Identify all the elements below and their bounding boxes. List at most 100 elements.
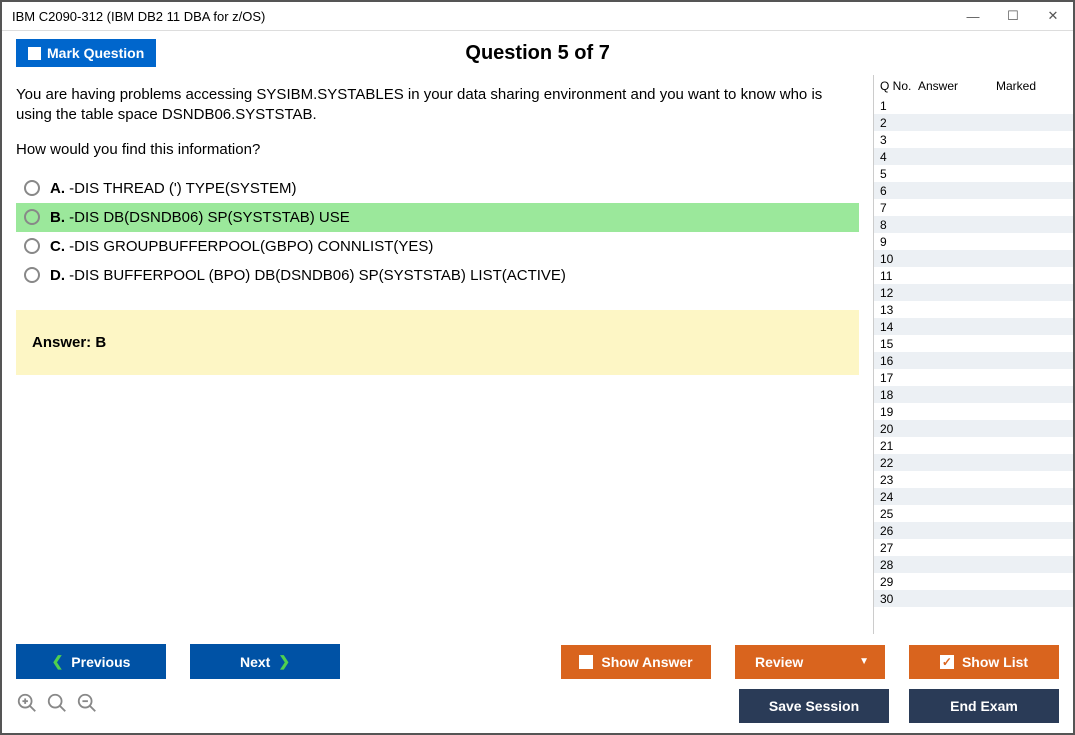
list-item[interactable]: 29 bbox=[874, 573, 1073, 590]
list-item[interactable]: 6 bbox=[874, 182, 1073, 199]
app-window: IBM C2090-312 (IBM DB2 11 DBA for z/OS) … bbox=[0, 0, 1075, 735]
list-item[interactable]: 10 bbox=[874, 250, 1073, 267]
list-item[interactable]: 13 bbox=[874, 301, 1073, 318]
row-qno: 23 bbox=[874, 473, 918, 487]
row-qno: 2 bbox=[874, 116, 918, 130]
show-answer-button[interactable]: Show Answer bbox=[561, 645, 711, 679]
row-qno: 25 bbox=[874, 507, 918, 521]
list-item[interactable]: 2 bbox=[874, 114, 1073, 131]
list-item[interactable]: 1 bbox=[874, 97, 1073, 114]
list-item[interactable]: 22 bbox=[874, 454, 1073, 471]
radio-icon[interactable] bbox=[24, 267, 40, 283]
list-item[interactable]: 21 bbox=[874, 437, 1073, 454]
footer-right-group: Save Session End Exam bbox=[739, 689, 1059, 723]
check-icon: ✓ bbox=[940, 655, 954, 669]
options-list: A. -DIS THREAD (') TYPE(SYSTEM) B. -DIS D… bbox=[16, 174, 859, 290]
list-item[interactable]: 24 bbox=[874, 488, 1073, 505]
row-qno: 9 bbox=[874, 235, 918, 249]
row-qno: 8 bbox=[874, 218, 918, 232]
save-session-label: Save Session bbox=[769, 698, 859, 714]
option-row[interactable]: C. -DIS GROUPBUFFERPOOL(GBPO) CONNLIST(Y… bbox=[16, 232, 859, 261]
row-qno: 14 bbox=[874, 320, 918, 334]
row-qno: 18 bbox=[874, 388, 918, 402]
col-marked: Marked bbox=[996, 79, 1073, 93]
list-item[interactable]: 11 bbox=[874, 267, 1073, 284]
chevron-right-icon: ❯ bbox=[278, 653, 290, 670]
row-qno: 27 bbox=[874, 541, 918, 555]
row-qno: 12 bbox=[874, 286, 918, 300]
list-item[interactable]: 15 bbox=[874, 335, 1073, 352]
list-item[interactable]: 5 bbox=[874, 165, 1073, 182]
previous-button[interactable]: ❮ Previous bbox=[16, 644, 166, 679]
row-qno: 13 bbox=[874, 303, 918, 317]
option-letter: D. bbox=[50, 267, 69, 284]
radio-icon[interactable] bbox=[24, 180, 40, 196]
end-exam-label: End Exam bbox=[950, 698, 1018, 714]
answer-label: Answer: B bbox=[32, 334, 106, 351]
checkbox-icon bbox=[579, 655, 593, 669]
list-item[interactable]: 12 bbox=[874, 284, 1073, 301]
list-item[interactable]: 18 bbox=[874, 386, 1073, 403]
row-qno: 22 bbox=[874, 456, 918, 470]
minimize-icon[interactable]: — bbox=[963, 6, 983, 26]
radio-icon[interactable] bbox=[24, 209, 40, 225]
row-qno: 26 bbox=[874, 524, 918, 538]
zoom-out-icon[interactable] bbox=[76, 692, 98, 720]
list-item[interactable]: 8 bbox=[874, 216, 1073, 233]
zoom-in-icon[interactable] bbox=[16, 692, 38, 720]
list-item[interactable]: 16 bbox=[874, 352, 1073, 369]
row-qno: 6 bbox=[874, 184, 918, 198]
list-item[interactable]: 25 bbox=[874, 505, 1073, 522]
next-button[interactable]: Next ❯ bbox=[190, 644, 340, 679]
zoom-controls bbox=[16, 692, 98, 720]
row-qno: 5 bbox=[874, 167, 918, 181]
row-qno: 20 bbox=[874, 422, 918, 436]
list-item[interactable]: 19 bbox=[874, 403, 1073, 420]
save-session-button[interactable]: Save Session bbox=[739, 689, 889, 723]
row-qno: 4 bbox=[874, 150, 918, 164]
list-item[interactable]: 20 bbox=[874, 420, 1073, 437]
list-item[interactable]: 7 bbox=[874, 199, 1073, 216]
radio-icon[interactable] bbox=[24, 238, 40, 254]
show-list-button[interactable]: ✓ Show List bbox=[909, 645, 1059, 679]
option-row[interactable]: B. -DIS DB(DSNDB06) SP(SYSTSTAB) USE bbox=[16, 203, 859, 232]
zoom-reset-icon[interactable] bbox=[46, 692, 68, 720]
option-value: -DIS THREAD (') TYPE(SYSTEM) bbox=[69, 180, 296, 197]
question-text-2: How would you find this information? bbox=[16, 140, 859, 160]
option-text: C. -DIS GROUPBUFFERPOOL(GBPO) CONNLIST(Y… bbox=[50, 238, 433, 255]
list-item[interactable]: 26 bbox=[874, 522, 1073, 539]
list-item[interactable]: 14 bbox=[874, 318, 1073, 335]
row-qno: 28 bbox=[874, 558, 918, 572]
col-qno: Q No. bbox=[874, 79, 918, 93]
header: Mark Question Question 5 of 7 bbox=[2, 31, 1073, 75]
list-item[interactable]: 3 bbox=[874, 131, 1073, 148]
question-list-panel: Q No. Answer Marked 12345678910111213141… bbox=[873, 75, 1073, 634]
option-letter: C. bbox=[50, 238, 69, 255]
option-text: D. -DIS BUFFERPOOL (BPO) DB(DSNDB06) SP(… bbox=[50, 267, 566, 284]
chevron-left-icon: ❮ bbox=[52, 653, 64, 670]
window-controls: — ☐ ✕ bbox=[963, 6, 1063, 26]
previous-label: Previous bbox=[71, 654, 130, 670]
footer: ❮ Previous Next ❯ Show Answer Review ▼ ✓… bbox=[2, 634, 1073, 733]
maximize-icon[interactable]: ☐ bbox=[1003, 6, 1023, 26]
option-value: -DIS DB(DSNDB06) SP(SYSTSTAB) USE bbox=[69, 209, 350, 226]
option-row[interactable]: D. -DIS BUFFERPOOL (BPO) DB(DSNDB06) SP(… bbox=[16, 261, 859, 290]
list-item[interactable]: 27 bbox=[874, 539, 1073, 556]
show-list-label: Show List bbox=[962, 654, 1028, 670]
end-exam-button[interactable]: End Exam bbox=[909, 689, 1059, 723]
close-icon[interactable]: ✕ bbox=[1043, 6, 1063, 26]
list-item[interactable]: 17 bbox=[874, 369, 1073, 386]
row-qno: 21 bbox=[874, 439, 918, 453]
list-item[interactable]: 23 bbox=[874, 471, 1073, 488]
option-row[interactable]: A. -DIS THREAD (') TYPE(SYSTEM) bbox=[16, 174, 859, 203]
question-list[interactable]: 1234567891011121314151617181920212223242… bbox=[874, 97, 1073, 634]
option-text: B. -DIS DB(DSNDB06) SP(SYSTSTAB) USE bbox=[50, 209, 350, 226]
list-item[interactable]: 28 bbox=[874, 556, 1073, 573]
list-item[interactable]: 4 bbox=[874, 148, 1073, 165]
list-item[interactable]: 30 bbox=[874, 590, 1073, 607]
option-value: -DIS BUFFERPOOL (BPO) DB(DSNDB06) SP(SYS… bbox=[69, 267, 566, 284]
row-qno: 1 bbox=[874, 99, 918, 113]
review-button[interactable]: Review ▼ bbox=[735, 645, 885, 679]
list-item[interactable]: 9 bbox=[874, 233, 1073, 250]
option-value: -DIS GROUPBUFFERPOOL(GBPO) CONNLIST(YES) bbox=[69, 238, 433, 255]
